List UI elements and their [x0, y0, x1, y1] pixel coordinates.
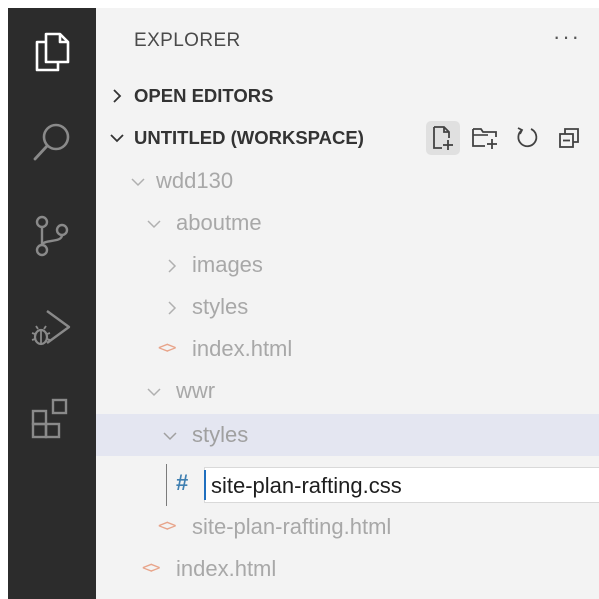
workspace-toolbar	[426, 118, 594, 158]
refresh-icon	[517, 127, 538, 148]
new-folder-button[interactable]	[468, 121, 502, 155]
chevron-right-icon	[113, 89, 122, 103]
tree-label: index.html	[192, 336, 293, 361]
source-control-icon[interactable]	[8, 204, 96, 268]
tree-folder-styles[interactable]: styles	[96, 286, 599, 328]
tree-folder-aboutme[interactable]: aboutme	[96, 202, 599, 244]
rename-row: # site-plan-rafting.css	[96, 464, 599, 506]
explorer-title: EXPLORER	[134, 30, 241, 51]
html-file-icon: <>	[158, 516, 177, 536]
rename-input[interactable]: site-plan-rafting.css	[204, 467, 599, 503]
refresh-button[interactable]	[510, 121, 544, 155]
tree-folder-images[interactable]: images	[96, 244, 599, 286]
chevron-down-icon	[147, 388, 161, 397]
activity-bar	[8, 8, 96, 599]
chevron-down-icon	[110, 134, 124, 143]
new-file-icon	[433, 126, 453, 150]
collapse-all-icon	[559, 128, 579, 148]
explorer-sidebar: EXPLORER ··· OPEN EDITORS UNTITLED (WORK…	[96, 8, 599, 599]
tree-label: index.html	[176, 556, 277, 581]
tree-label: images	[192, 252, 263, 277]
search-icon[interactable]	[8, 110, 96, 174]
html-file-icon: <>	[142, 558, 161, 578]
tree-file-site-plan-html[interactable]: <> site-plan-rafting.html	[96, 506, 599, 548]
explorer-icon[interactable]	[8, 20, 96, 84]
tree-label: wdd130	[156, 168, 234, 193]
run-debug-icon[interactable]	[8, 296, 96, 360]
tree-folder-wwr[interactable]: wwr	[96, 370, 599, 412]
tree-label: styles	[192, 294, 249, 319]
explorer-header: EXPLORER ···	[96, 8, 599, 72]
collapse-all-button[interactable]	[552, 121, 586, 155]
tree-label: styles	[192, 422, 249, 447]
tree-file-index-html-root[interactable]: <> index.html	[96, 548, 599, 590]
tree-file-index-html[interactable]: <> index.html	[96, 328, 599, 370]
new-file-button[interactable]	[426, 121, 460, 155]
chevron-down-icon	[147, 220, 161, 229]
indent-guide	[166, 464, 167, 506]
chevron-down-icon	[131, 178, 145, 187]
new-folder-icon	[472, 128, 497, 149]
css-file-icon: #	[176, 470, 189, 495]
html-file-icon: <>	[158, 338, 177, 358]
tree-folder-styles-selected[interactable]: styles	[96, 414, 599, 456]
more-actions-button[interactable]: ···	[553, 24, 581, 50]
chevron-right-icon	[168, 259, 177, 273]
vscode-window: EXPLORER ··· OPEN EDITORS UNTITLED (WORK…	[0, 0, 599, 599]
workspace-label: UNTITLED (WORKSPACE)	[134, 127, 364, 148]
extensions-icon[interactable]	[8, 386, 96, 450]
open-editors-section[interactable]: OPEN EDITORS	[96, 76, 599, 116]
tree-folder-wdd130[interactable]: wdd130	[96, 160, 599, 202]
workspace-section[interactable]: UNTITLED (WORKSPACE)	[96, 118, 599, 158]
open-editors-label: OPEN EDITORS	[134, 85, 274, 106]
tree-label: aboutme	[176, 210, 262, 235]
chevron-down-icon	[163, 432, 177, 441]
tree-label: wwr	[176, 378, 216, 403]
chevron-right-icon	[168, 301, 177, 315]
text-caret	[204, 470, 206, 500]
tree-label: site-plan-rafting.html	[192, 514, 392, 539]
